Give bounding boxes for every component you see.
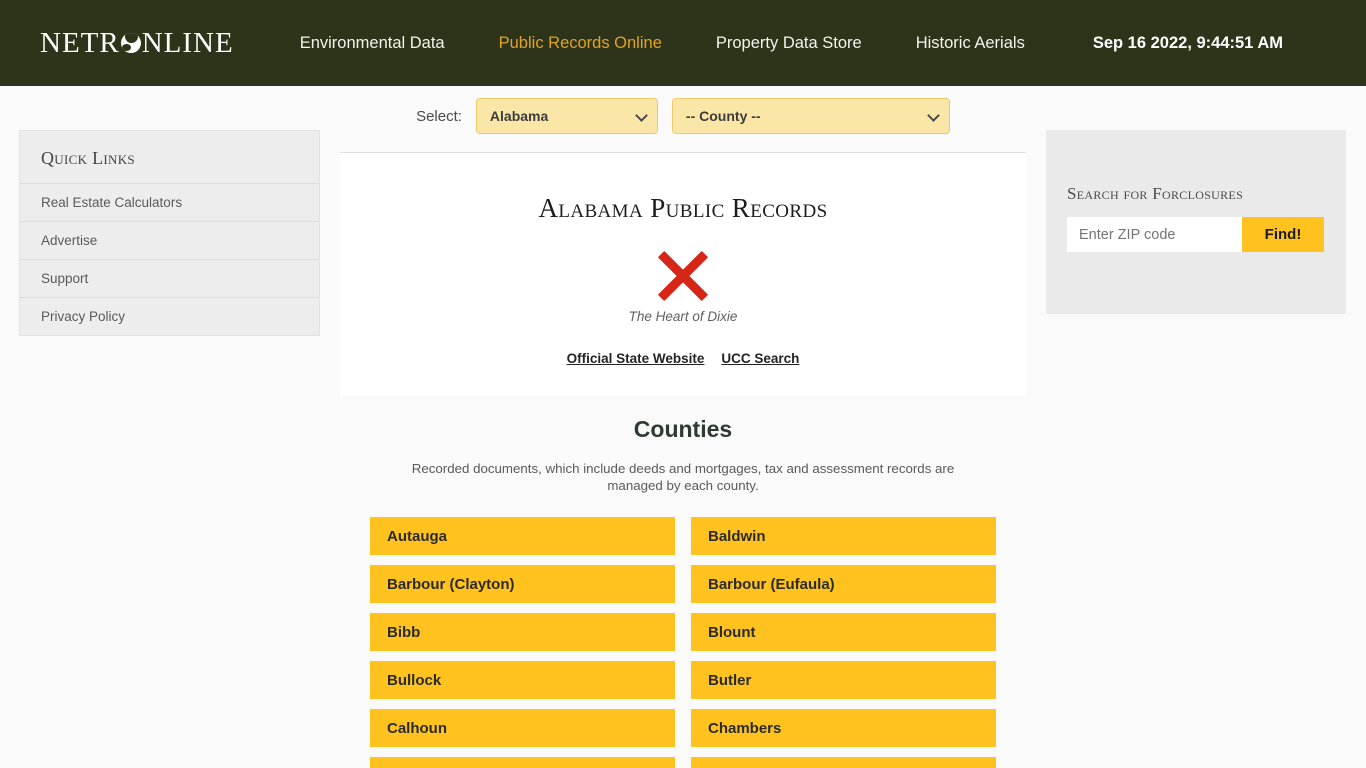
foreclosure-search-title: Search for Forclosures bbox=[1067, 184, 1244, 203]
chevron-down-icon bbox=[635, 109, 648, 122]
nav-item-public-records-online[interactable]: Public Records Online bbox=[499, 34, 662, 53]
logo-text-left: NETR bbox=[40, 26, 120, 59]
foreclosure-search-panel: Search for Forclosures Find! bbox=[1046, 130, 1346, 314]
county-button[interactable]: Bullock bbox=[370, 661, 675, 699]
main-nav: Environmental Data Public Records Online… bbox=[300, 34, 1025, 53]
county-button[interactable]: Blount bbox=[691, 613, 996, 651]
quick-links-panel: Quick Links Real Estate Calculators Adve… bbox=[19, 130, 320, 336]
counties-grid: Autauga Baldwin Barbour (Clayton) Barbou… bbox=[340, 517, 1026, 768]
globe-icon bbox=[120, 33, 141, 53]
state-select[interactable]: Alabama bbox=[475, 98, 658, 134]
header-clock: Sep 16 2022, 9:44:51 AM bbox=[1092, 33, 1283, 52]
state-info-card: Alabama Public Records The Heart of Dixi… bbox=[340, 152, 1026, 396]
page-title: Alabama Public Records bbox=[538, 193, 828, 223]
official-state-website-link[interactable]: Official State Website bbox=[567, 351, 705, 366]
state-motto: The Heart of Dixie bbox=[628, 309, 738, 324]
county-button[interactable]: Autauga bbox=[370, 517, 675, 555]
counties-heading: Counties bbox=[633, 416, 733, 442]
netronline-logo[interactable]: NETR NLINE bbox=[40, 27, 234, 60]
county-button[interactable]: Baldwin bbox=[691, 517, 996, 555]
sidebar-item-real-estate-calculators[interactable]: Real Estate Calculators bbox=[20, 183, 319, 221]
foreclosure-search-row: Find! bbox=[1067, 217, 1325, 252]
main-content: Select: Alabama -- County -- Alabama Pub… bbox=[340, 86, 1026, 768]
sidebar-item-support[interactable]: Support bbox=[20, 259, 319, 297]
county-button[interactable]: Calhoun bbox=[370, 709, 675, 747]
counties-description: Recorded documents, which include deeds … bbox=[411, 461, 955, 493]
nav-item-historic-aerials[interactable]: Historic Aerials bbox=[916, 34, 1025, 53]
site-header: NETR NLINE Environmental Data Public Reco… bbox=[0, 0, 1366, 86]
county-select-value: -- County -- bbox=[685, 108, 761, 124]
find-button[interactable]: Find! bbox=[1242, 217, 1324, 252]
nav-item-property-data-store[interactable]: Property Data Store bbox=[716, 34, 862, 53]
state-select-value: Alabama bbox=[489, 108, 549, 124]
zip-code-input[interactable] bbox=[1067, 217, 1242, 252]
state-links: Official State Website UCC Search bbox=[360, 351, 1006, 366]
nav-item-environmental-data[interactable]: Environmental Data bbox=[300, 34, 445, 53]
county-button[interactable]: Bibb bbox=[370, 613, 675, 651]
county-button[interactable]: Chilton bbox=[691, 757, 996, 768]
select-label: Select: bbox=[416, 107, 462, 125]
logo-text-right: NLINE bbox=[141, 26, 234, 59]
location-select-bar: Select: Alabama -- County -- bbox=[340, 86, 1026, 152]
county-button[interactable]: Barbour (Clayton) bbox=[370, 565, 675, 603]
broken-image-icon bbox=[657, 250, 709, 302]
county-button[interactable]: Butler bbox=[691, 661, 996, 699]
county-select[interactable]: -- County -- bbox=[671, 98, 950, 134]
chevron-down-icon bbox=[927, 109, 940, 122]
sidebar-item-privacy-policy[interactable]: Privacy Policy bbox=[20, 297, 319, 335]
sidebar-item-advertise[interactable]: Advertise bbox=[20, 221, 319, 259]
quick-links-title: Quick Links bbox=[41, 148, 135, 168]
page-body: Quick Links Real Estate Calculators Adve… bbox=[0, 86, 1366, 768]
county-button[interactable]: Cherokee bbox=[370, 757, 675, 768]
ucc-search-link[interactable]: UCC Search bbox=[721, 351, 799, 366]
county-button[interactable]: Barbour (Eufaula) bbox=[691, 565, 996, 603]
county-button[interactable]: Chambers bbox=[691, 709, 996, 747]
